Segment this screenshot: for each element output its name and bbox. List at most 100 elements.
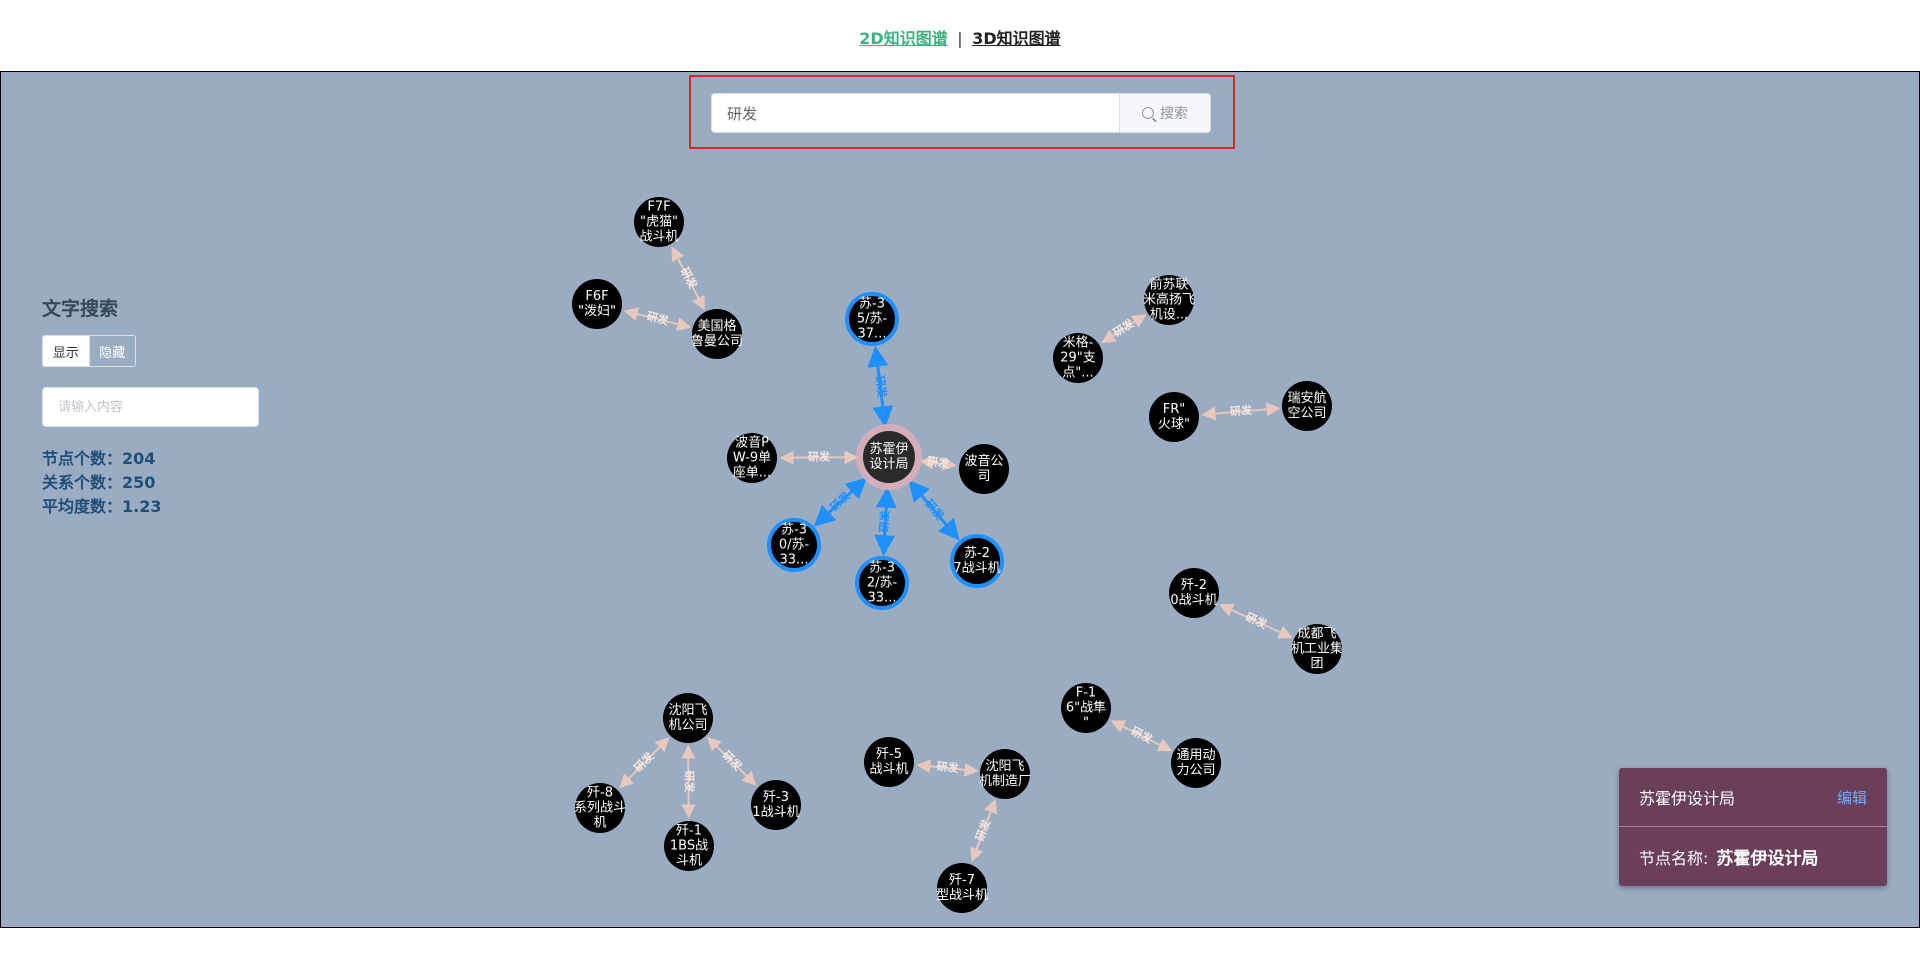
graph-node[interactable]: 歼-11BS战斗机	[664, 821, 714, 871]
toggle-show[interactable]: 显示	[43, 336, 89, 366]
text-search-input[interactable]	[42, 387, 259, 427]
toggle-hide[interactable]: 隐藏	[88, 336, 135, 366]
node-label: 1战斗机	[752, 805, 799, 820]
graph-node[interactable]: 成都飞机工业集团	[1291, 624, 1343, 674]
graph-stats: 节点个数：204 关系个数：250 平均度数：1.23	[42, 447, 272, 519]
node-label: 机设...	[1150, 308, 1188, 323]
node-label: 歼-2	[1181, 578, 1207, 593]
stat-node-count: 节点个数：204	[42, 447, 272, 471]
node-label: "	[1083, 716, 1089, 731]
node-label: 通用动	[1176, 748, 1215, 763]
node-label: 歼-8	[587, 786, 613, 801]
node-label: 2/苏-	[867, 575, 898, 591]
edge-label: 研发	[972, 816, 993, 842]
info-card-title: 苏霍伊设计局	[1639, 789, 1736, 808]
node-label: 沈阳飞	[985, 759, 1024, 774]
edge-label: 研发	[936, 759, 960, 775]
graph-node[interactable]: 歼-20战斗机	[1169, 568, 1219, 618]
graph-node[interactable]: FR"火球"	[1149, 392, 1199, 442]
graph-node[interactable]: 波音PW-9单座单...	[727, 433, 777, 483]
top-nav: 2D知识图谱 | 3D知识图谱	[0, 0, 1920, 72]
view-switcher: 2D知识图谱 | 3D知识图谱	[0, 25, 1920, 49]
stat-avg-degree: 平均度数：1.23	[42, 495, 272, 519]
graph-canvas[interactable]: 研发 研发 研发 研发 研发 研发 研发 研发 研发 研发 研发 研发 研发 研发 研发 研发 研发 F7F "虎猫…	[0, 71, 1920, 928]
edge-label: 研发	[1243, 609, 1270, 631]
node-label: 米格-	[1063, 335, 1094, 351]
node-label: 设计局	[869, 457, 908, 472]
search-button[interactable]: 搜索	[1119, 94, 1210, 132]
stat-value: 204	[122, 449, 156, 468]
node-label: F7F	[647, 200, 670, 215]
graph-node[interactable]: 瑞安航空公司	[1282, 381, 1332, 431]
stat-edge-count: 关系个数：250	[42, 471, 272, 495]
panel-title: 文字搜索	[42, 298, 119, 320]
info-card-header: 苏霍伊设计局 编辑	[1619, 768, 1887, 827]
node-label: 沈阳飞	[668, 703, 707, 718]
node-label: 苏霍伊	[869, 441, 908, 457]
node-label: 歼-7	[949, 873, 975, 888]
node-label: 6"战隼	[1066, 700, 1106, 716]
edit-button[interactable]: 编辑	[1837, 787, 1867, 808]
link-2d-graph[interactable]: 2D知识图谱	[859, 29, 947, 48]
node-label: 米高扬飞	[1143, 292, 1195, 308]
node-label: 7战斗机	[953, 561, 1000, 576]
search-input[interactable]	[712, 94, 1119, 132]
node-label: 29"支	[1060, 351, 1096, 366]
node-label: 鲁曼公司	[691, 334, 743, 349]
label-visibility-toggle: 显示 隐藏	[42, 335, 136, 367]
graph-node[interactable]: 前苏联米高扬飞机设...	[1143, 275, 1195, 325]
graph-node[interactable]: 歼-8系列战斗机	[574, 783, 626, 833]
node-label: 战斗机	[639, 230, 678, 245]
edge-label: 研发	[926, 454, 951, 471]
field-label: 节点名称:	[1639, 848, 1709, 868]
stat-label: 关系个数：	[42, 473, 123, 492]
graph-node[interactable]: 歼-5战斗机	[864, 737, 914, 787]
graph-node[interactable]: 沈阳飞机制造厂	[979, 749, 1031, 799]
node-label: 机工业集	[1291, 641, 1343, 657]
edge-label: 研发	[645, 309, 671, 328]
graph-node[interactable]: 美国格鲁曼公司	[691, 309, 743, 359]
node-label: 司	[977, 469, 990, 484]
node-label: 苏-3	[869, 560, 895, 576]
node-label: 波音P	[735, 435, 769, 451]
node-label: 机制造厂	[979, 774, 1031, 789]
edge-label: 研发	[678, 265, 701, 292]
graph-node[interactable]: 波音公司	[959, 444, 1009, 494]
node-label: "虎猫"	[640, 215, 678, 230]
graph-node[interactable]: 沈阳飞机公司	[663, 693, 713, 743]
text-search-panel: 文字搜索 显示 隐藏 节点个数：204 关系个数：250 平均度数：1.23	[42, 294, 272, 519]
edge-label: 研发	[1129, 724, 1156, 747]
graph-node[interactable]: 苏-35/苏-37...	[845, 292, 899, 346]
link-3d-graph[interactable]: 3D知识图谱	[972, 29, 1060, 48]
graph-node[interactable]: 苏-30/苏-33...	[767, 518, 821, 572]
graph-node[interactable]: 苏-32/苏-33...	[855, 556, 909, 610]
graph-node[interactable]: 通用动力公司	[1171, 738, 1221, 788]
graph-node[interactable]: F6F"泼妇"	[572, 279, 622, 329]
node-label: 美国格	[697, 318, 736, 334]
node-label: 33...	[868, 591, 897, 606]
node-label: 33...	[780, 553, 809, 568]
stat-label: 节点个数：	[42, 449, 123, 468]
node-label: 苏-3	[859, 296, 885, 312]
node-label: 歼-3	[763, 790, 789, 805]
graph-node[interactable]: 米格-29"支点"...	[1053, 333, 1103, 383]
node-label: 歼-5	[876, 747, 902, 762]
node-label: 5/苏-	[857, 311, 888, 327]
graph-node[interactable]: F7F"虎猫"战斗机	[634, 197, 684, 247]
stat-value: 1.23	[122, 497, 162, 516]
node-label: FR"	[1163, 402, 1186, 417]
graph-node[interactable]: 歼-7型战斗机	[936, 863, 988, 913]
field-value: 苏霍伊设计局	[1716, 849, 1819, 869]
graph-node[interactable]: F-16"战隼"	[1061, 683, 1111, 733]
node-label: F6F	[585, 289, 608, 304]
node-label: 团	[1310, 657, 1323, 672]
search-icon	[1142, 107, 1154, 119]
edge-label: 研发	[1110, 316, 1137, 340]
node-label: 成都飞	[1297, 627, 1336, 642]
graph-node[interactable]: 歼-31战斗机	[751, 780, 801, 830]
node-label: F-1	[1076, 686, 1096, 701]
graph-node[interactable]: 苏-27战斗机	[950, 534, 1004, 588]
graph-node[interactable]: 苏霍伊设计局	[856, 424, 922, 490]
node-label: 苏-3	[781, 522, 807, 538]
node-info-card: 苏霍伊设计局 编辑 节点名称: 苏霍伊设计局	[1619, 768, 1887, 886]
